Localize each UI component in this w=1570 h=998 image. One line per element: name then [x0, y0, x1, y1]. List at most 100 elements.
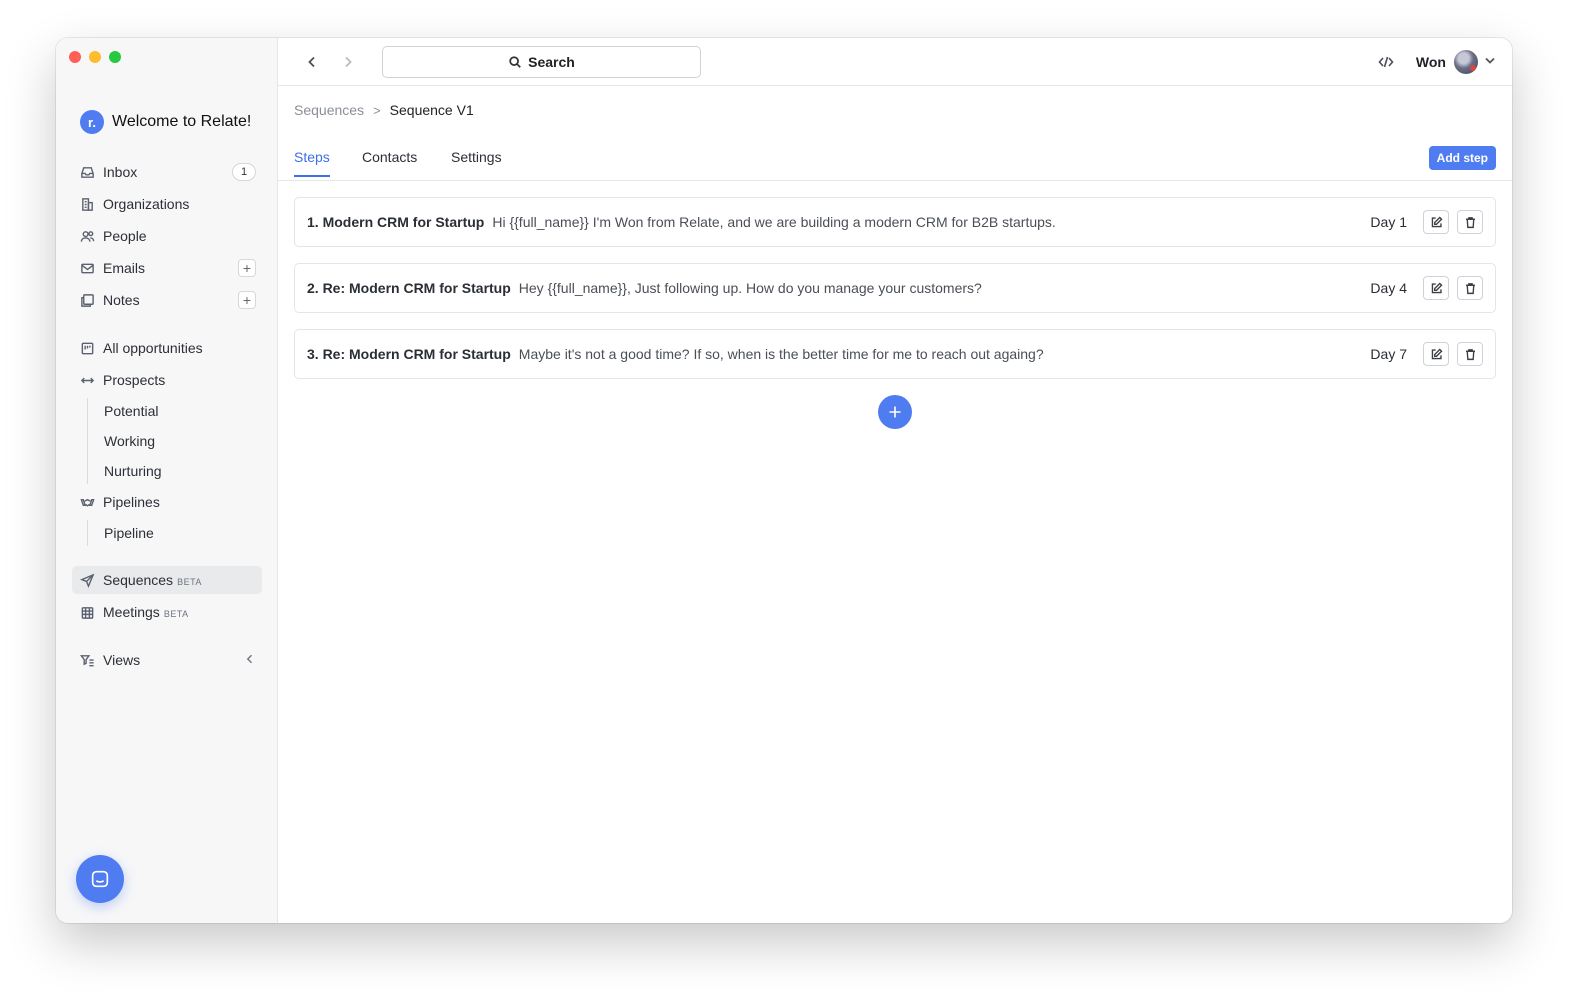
user-name[interactable]: Won — [1416, 54, 1446, 70]
paper-plane-icon — [78, 571, 96, 589]
code-icon[interactable] — [1374, 50, 1398, 74]
top-bar: Search Won — [278, 38, 1512, 86]
sidebar-item-people[interactable]: People — [72, 222, 262, 250]
back-button[interactable] — [304, 52, 320, 72]
history-nav — [304, 52, 356, 72]
chat-launcher-button[interactable] — [76, 855, 124, 903]
sidebar-item-views[interactable]: Views — [72, 646, 262, 674]
sidebar-item-label: Pipelines — [103, 494, 160, 510]
search-input[interactable]: Search — [382, 46, 701, 78]
edit-step-button[interactable] — [1423, 210, 1449, 234]
step-body: Hey {{full_name}}, Just following up. Ho… — [518, 280, 982, 296]
trash-icon — [1465, 216, 1475, 228]
sidebar-item-label: People — [103, 228, 147, 244]
sidebar-item-all-opportunities[interactable]: All opportunities — [72, 334, 262, 362]
edit-icon — [1431, 281, 1443, 293]
sidebar-item-label: Sequences — [103, 572, 174, 588]
notes-icon — [78, 291, 96, 309]
avatar[interactable] — [1454, 50, 1478, 74]
step-day: Day 7 — [1370, 346, 1407, 362]
tab-settings[interactable]: Settings — [451, 149, 502, 175]
steps-list: 1. Modern CRM for Startup Hi {{full_name… — [294, 197, 1496, 395]
add-note-button[interactable]: + — [238, 291, 256, 309]
sidebar: r. Welcome to Relate! Inbox 1 Organizati… — [56, 38, 278, 923]
sidebar-subitem-pipeline[interactable]: Pipeline — [88, 520, 262, 546]
top-right-controls: Won — [1374, 50, 1496, 74]
sidebar-item-label: All opportunities — [103, 340, 203, 356]
people-icon — [78, 227, 96, 245]
delete-step-button[interactable] — [1457, 210, 1483, 234]
step-day: Day 4 — [1370, 280, 1407, 296]
sidebar-item-organizations[interactable]: Organizations — [72, 190, 262, 218]
tab-contacts[interactable]: Contacts — [362, 149, 417, 175]
pipelines-subnav: Pipeline — [87, 520, 262, 546]
step-row[interactable]: 2. Re: Modern CRM for Startup Hey {{full… — [294, 263, 1496, 313]
step-row[interactable]: 1. Modern CRM for Startup Hi {{full_name… — [294, 197, 1496, 247]
kanban-icon — [78, 339, 96, 357]
beta-badge: BETA — [163, 608, 189, 619]
collapse-views-chevron-icon[interactable] — [244, 652, 256, 668]
sidebar-subitem-potential[interactable]: Potential — [88, 398, 262, 424]
calendar-icon — [78, 603, 96, 621]
sidebar-subitem-working[interactable]: Working — [88, 428, 262, 454]
delete-step-button[interactable] — [1457, 276, 1483, 300]
step-body: Hi {{full_name}} I'm Won from Relate, an… — [492, 214, 1056, 230]
maximize-window-button[interactable] — [109, 51, 121, 63]
close-window-button[interactable] — [69, 51, 81, 63]
inbox-count-badge: 1 — [232, 163, 256, 181]
prospects-subnav: Potential Working Nurturing — [87, 398, 262, 484]
add-step-button[interactable]: Add step — [1428, 146, 1496, 170]
app-window: r. Welcome to Relate! Inbox 1 Organizati… — [56, 38, 1512, 923]
inbox-icon — [78, 163, 96, 181]
sidebar-item-label: Emails — [103, 260, 146, 276]
edit-step-button[interactable] — [1423, 342, 1449, 366]
window-controls — [69, 51, 121, 63]
forward-button[interactable] — [340, 52, 356, 72]
sidebar-item-inbox[interactable]: Inbox 1 — [72, 158, 262, 186]
sidebar-nav: Inbox 1 Organizations People Emails + No… — [72, 158, 262, 678]
sidebar-item-notes[interactable]: Notes + — [72, 286, 262, 314]
step-body: Maybe it's not a good time? If so, when … — [518, 346, 1044, 362]
sidebar-item-label: Notes — [103, 292, 140, 308]
sidebar-item-prospects[interactable]: Prospects — [72, 366, 262, 394]
minimize-window-button[interactable] — [89, 51, 101, 63]
breadcrumb-separator: > — [373, 102, 381, 118]
add-email-button[interactable]: + — [238, 259, 256, 277]
tab-steps[interactable]: Steps — [294, 149, 330, 177]
chevron-down-icon[interactable] — [1484, 53, 1496, 71]
step-row[interactable]: 3. Re: Modern CRM for Startup Maybe it's… — [294, 329, 1496, 379]
edit-icon — [1431, 215, 1443, 227]
search-icon — [509, 56, 522, 68]
sidebar-subitem-nurturing[interactable]: Nurturing — [88, 458, 262, 484]
chevron-left-icon — [308, 56, 315, 68]
delete-step-button[interactable] — [1457, 342, 1483, 366]
sidebar-item-emails[interactable]: Emails + — [72, 254, 262, 282]
search-label: Search — [528, 54, 575, 70]
workspace-name: Welcome to Relate! — [112, 113, 252, 130]
mail-icon — [78, 259, 96, 277]
breadcrumb-root[interactable]: Sequences — [294, 102, 364, 118]
edit-step-button[interactable] — [1423, 276, 1449, 300]
sidebar-item-sequences[interactable]: Sequences BETA — [72, 566, 262, 594]
chevron-right-icon — [345, 56, 352, 68]
sidebar-item-label: Views — [103, 652, 141, 668]
sidebar-item-label: Inbox — [103, 164, 138, 180]
trash-icon — [1465, 348, 1475, 360]
add-step-circle-button[interactable] — [878, 395, 912, 429]
step-day: Day 1 — [1370, 214, 1407, 230]
handshake-icon — [78, 493, 96, 511]
main-content: Search Won Sequences > Sequence V1 Steps… — [278, 38, 1512, 923]
chat-icon — [91, 870, 109, 888]
sidebar-item-meetings[interactable]: Meetings BETA — [72, 598, 262, 626]
workspace-header[interactable]: r. Welcome to Relate! — [80, 110, 251, 134]
breadcrumb: Sequences > Sequence V1 — [294, 102, 474, 118]
arrows-horizontal-icon — [78, 371, 96, 389]
plus-icon — [889, 406, 901, 418]
sidebar-item-label: Meetings — [103, 604, 160, 620]
edit-icon — [1431, 347, 1443, 359]
sidebar-item-pipelines[interactable]: Pipelines — [72, 488, 262, 516]
step-title: 1. Modern CRM for Startup — [307, 214, 485, 230]
